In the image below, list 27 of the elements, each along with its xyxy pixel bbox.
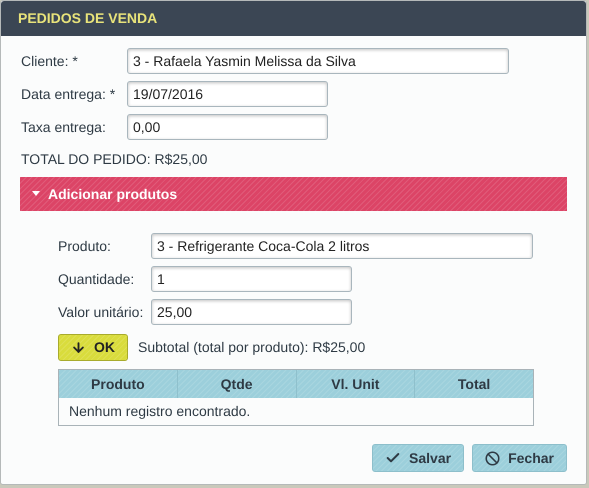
field-label: Data entrega: * (21, 84, 116, 104)
field-label: Produto: (58, 236, 112, 256)
window-title: PEDIDOS DE VENDA (18, 9, 158, 28)
column-header[interactable]: Produto (59, 370, 177, 398)
subtotal-text: Subtotal (total por produto): R$25,00 (138, 338, 366, 357)
arrow-down-icon (71, 340, 86, 355)
field-label: Taxa entrega: (21, 118, 107, 137)
input-field[interactable]: 0,00 (127, 114, 328, 140)
input-field[interactable]: 3 - Refrigerante Coca-Cola 2 litros (151, 233, 533, 259)
caret-icon (32, 191, 40, 197)
column-header[interactable]: Qtde (176, 370, 296, 398)
field-label: Cliente: * (21, 52, 79, 70)
field-label: Quantidade: (58, 270, 136, 289)
column-header[interactable]: Vl. Unit (296, 370, 414, 398)
input-field[interactable]: 19/07/2016 (127, 81, 328, 107)
ok-button[interactable]: OK (58, 334, 128, 361)
input-field[interactable]: 1 (151, 266, 352, 292)
field-label: Valor unitário: (58, 302, 144, 322)
column-header[interactable]: Total (414, 370, 533, 398)
input-field[interactable]: 3 - Rafaela Yasmin Melissa da Silva (127, 48, 509, 74)
empty-message: Nenhum registro encontrado. (69, 402, 250, 421)
close-button[interactable]: Fechar (472, 444, 567, 472)
order-total: TOTAL DO PEDIDO: R$25,00 (21, 150, 208, 169)
save-button[interactable]: Salvar (372, 444, 464, 472)
input-field[interactable]: 25,00 (151, 299, 352, 325)
panel-header[interactable]: Adicionar produtos (20, 177, 567, 211)
cancel-icon (485, 450, 500, 466)
